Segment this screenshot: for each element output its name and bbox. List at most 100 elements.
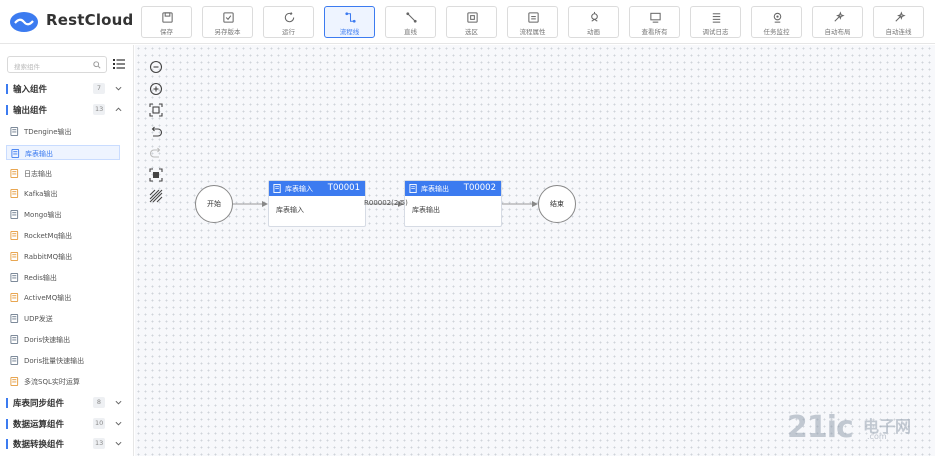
group-accent-bar xyxy=(6,439,8,449)
toolbar-button-label: 流程线 xyxy=(339,28,360,36)
toolbar-button-label: 自动布局 xyxy=(824,28,851,36)
search-icon[interactable] xyxy=(93,61,101,69)
toolbar-button-animation[interactable]: 动画 xyxy=(568,6,619,38)
group-count-badge: 13 xyxy=(93,104,106,115)
toolbar-button-auto-connect[interactable]: 自动连线 xyxy=(873,6,924,38)
group-count-badge: 10 xyxy=(93,418,106,429)
sidebar-component-item[interactable]: UDP发送 xyxy=(6,311,120,326)
toolbar-button-auto-layout[interactable]: 自动布局 xyxy=(812,6,863,38)
tdengine-icon xyxy=(10,127,19,136)
toolbar-button-selection[interactable]: 选区 xyxy=(446,6,497,38)
component-group[interactable]: 输入组件 7 xyxy=(6,81,128,97)
toolbar-button-flow-line[interactable]: 流程线 xyxy=(324,6,375,38)
sql-stream-icon xyxy=(10,376,19,386)
node-header: 库表输出 T00002 xyxy=(405,181,501,196)
sidebar-component-item[interactable]: Mongo输出 xyxy=(6,207,120,222)
sidebar-component-item[interactable]: Doris快速输出 xyxy=(6,332,120,347)
flow-node-t00001[interactable]: 库表输入 T00001 库表输入 xyxy=(268,180,366,227)
toolbar-button-save-version[interactable]: 另存版本 xyxy=(202,6,253,38)
rocketmq-icon xyxy=(10,231,19,240)
node-title: 库表输出 xyxy=(421,185,449,193)
toolbar-button-label: 保存 xyxy=(160,28,173,36)
chevron-up-icon[interactable] xyxy=(115,106,122,113)
flow-edges xyxy=(233,201,538,207)
node-body-text: 库表输入 xyxy=(276,206,304,214)
view-all-icon xyxy=(649,11,662,24)
toolbar-button-debug-log[interactable]: 调试日志 xyxy=(690,6,741,38)
restcloud-logo: RestCloud xyxy=(9,10,133,34)
flow-node-t00002[interactable]: 库表输出 T00002 库表输出 xyxy=(404,180,502,227)
component-label: RabbitMQ输出 xyxy=(24,252,73,261)
list-view-icon[interactable] xyxy=(113,58,125,70)
redis-icon xyxy=(10,272,19,282)
component-label: Mongo输出 xyxy=(24,211,62,220)
toolbar-button-label: 动画 xyxy=(587,28,600,36)
debug-log-icon xyxy=(710,11,723,24)
sidebar-component-item[interactable]: 库表输出 xyxy=(6,144,120,160)
component-group[interactable]: 输出组件 13 xyxy=(6,102,128,118)
group-accent-bar xyxy=(6,84,8,94)
flow-canvas[interactable]: 开始 库表输入 T00001 库表输入 库表输出 T00002 库表输出 R00… xyxy=(135,45,935,456)
sidebar-component-item[interactable]: Doris批量快速输出 xyxy=(6,353,120,368)
table-output-icon xyxy=(11,148,20,158)
sidebar-component-item[interactable]: RocketMq输出 xyxy=(6,228,120,243)
table-output-icon xyxy=(409,184,417,193)
sidebar-component-item[interactable]: RabbitMQ输出 xyxy=(6,249,120,264)
chevron-down-icon[interactable] xyxy=(115,85,122,92)
component-search-input[interactable]: 搜索组件 xyxy=(7,56,107,73)
edge-label[interactable]: R00002(2/5) xyxy=(364,199,408,207)
sidebar-component-item[interactable]: TDengine输出 xyxy=(6,124,120,139)
toolbar-button-flow-properties[interactable]: 流程属性 xyxy=(507,6,558,38)
table-input-icon xyxy=(273,184,281,193)
component-label: ActiveMQ输出 xyxy=(24,294,72,303)
flow-line-icon xyxy=(344,11,357,24)
auto-connect-icon xyxy=(893,11,906,24)
toolbar-button-task-monitor[interactable]: 任务监控 xyxy=(751,6,802,38)
group-title: 输出组件 xyxy=(13,106,48,116)
toolbar-button-save[interactable]: 保存 xyxy=(141,6,192,38)
chevron-down-icon[interactable] xyxy=(115,440,122,447)
node-id: T00002 xyxy=(463,183,496,193)
rabbitmq-icon xyxy=(10,251,19,261)
site-watermark: 21ic 电子网 .com xyxy=(787,410,927,450)
node-id: T00001 xyxy=(327,183,360,193)
sidebar-component-item[interactable]: Kafka输出 xyxy=(6,186,120,201)
animation-icon xyxy=(588,11,601,24)
sidebar-component-item[interactable]: 日志输出 xyxy=(6,166,120,181)
toolbar-button-label: 直线 xyxy=(404,28,417,36)
group-title: 输入组件 xyxy=(13,85,48,95)
component-label: 库表输出 xyxy=(25,149,53,158)
start-node[interactable]: 开始 xyxy=(195,185,233,223)
sidebar-component-item[interactable]: ActiveMQ输出 xyxy=(6,290,120,305)
chevron-down-icon[interactable] xyxy=(115,399,122,406)
component-group[interactable]: 数据转换组件 13 xyxy=(6,436,128,452)
straight-line-icon xyxy=(405,11,418,24)
component-label: Redis输出 xyxy=(24,273,57,282)
toolbar-button-label: 运行 xyxy=(282,28,295,36)
chevron-down-icon[interactable] xyxy=(115,420,122,427)
component-label: Doris快速输出 xyxy=(24,336,71,344)
search-placeholder: 搜索组件 xyxy=(14,63,40,71)
group-accent-bar xyxy=(6,398,8,408)
group-count-badge: 8 xyxy=(93,397,105,408)
sidebar-component-item[interactable]: Redis输出 xyxy=(6,270,120,285)
save-icon xyxy=(161,11,174,24)
toolbar-button-run[interactable]: 运行 xyxy=(263,6,314,38)
sidebar-component-item[interactable]: 多流SQL实时运算 xyxy=(6,374,120,389)
start-label: 开始 xyxy=(207,200,221,208)
component-group[interactable]: 库表同步组件 8 xyxy=(6,395,128,411)
component-group[interactable]: 数据运算组件 10 xyxy=(6,416,128,432)
log-icon xyxy=(10,168,19,178)
component-label: RocketMq输出 xyxy=(24,232,73,240)
doris-icon xyxy=(10,335,19,344)
component-label: UDP发送 xyxy=(24,315,53,324)
node-title: 库表输入 xyxy=(285,185,313,193)
toolbar-button-straight-line[interactable]: 直线 xyxy=(385,6,436,38)
brand-name: RestCloud xyxy=(46,11,134,29)
toolbar-button-view-all[interactable]: 查看所有 xyxy=(629,6,680,38)
end-node[interactable]: 结束 xyxy=(538,185,576,223)
toolbar-button-label: 选区 xyxy=(465,28,478,36)
toolbar-button-label: 流程属性 xyxy=(519,28,546,36)
selection-icon xyxy=(466,11,479,24)
group-count-badge: 7 xyxy=(93,83,105,94)
